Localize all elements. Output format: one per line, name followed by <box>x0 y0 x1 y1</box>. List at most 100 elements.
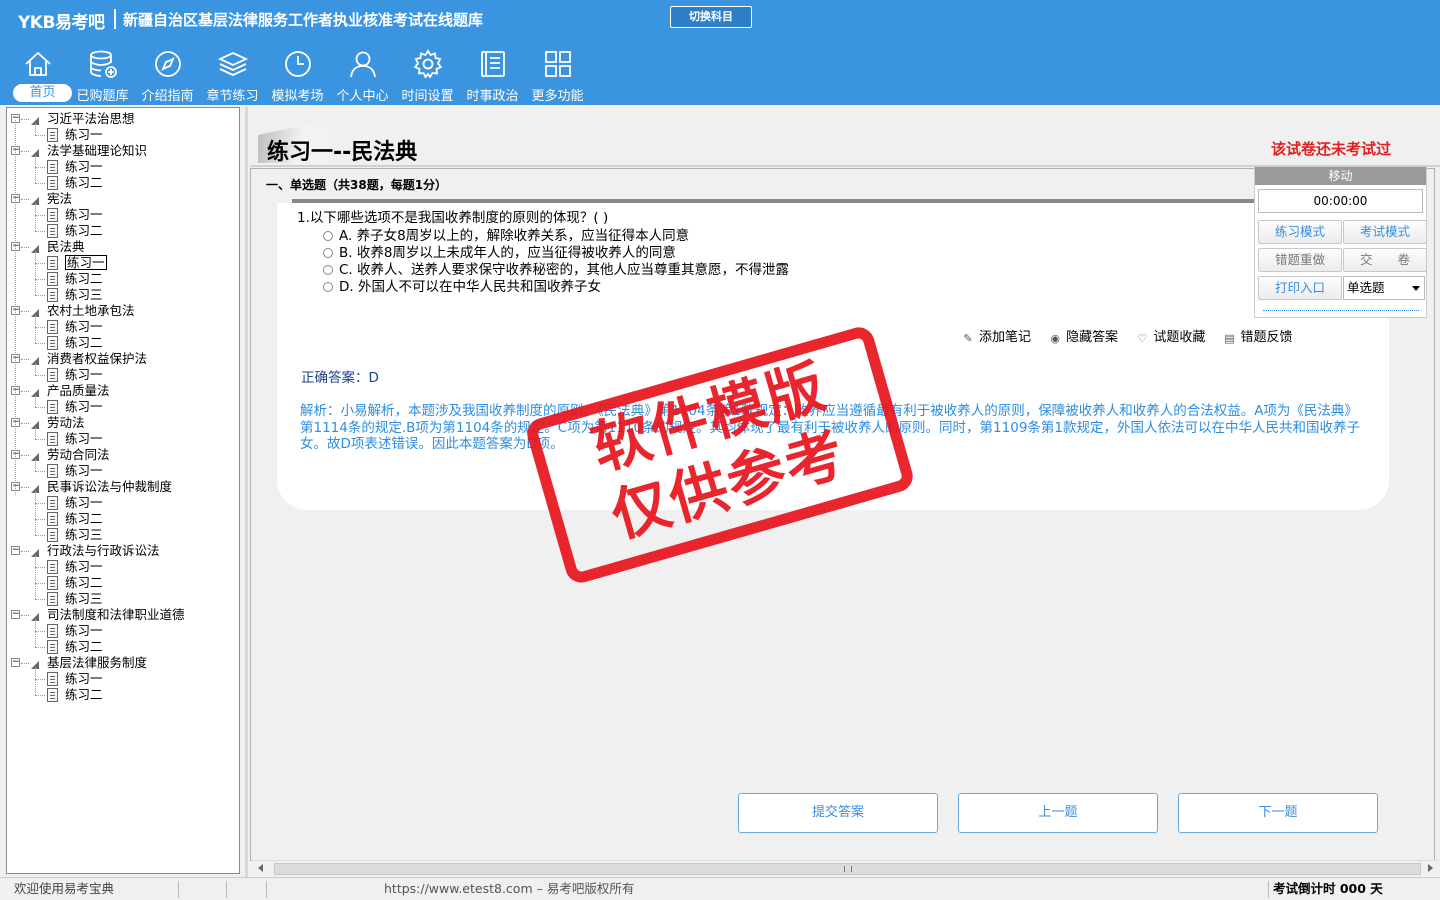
tree-leaf[interactable]: 练习一 <box>7 127 237 143</box>
document-icon <box>47 464 58 478</box>
tree-leaf[interactable]: 练习一 <box>7 367 237 383</box>
collapse-icon[interactable]: − <box>11 658 20 667</box>
previous-question-button[interactable]: 上一题 <box>958 793 1158 833</box>
tree-connector <box>35 327 45 328</box>
tree-node[interactable]: − 法学基础理论知识 <box>7 143 237 159</box>
tree-node-label: 消费者权益保护法 <box>47 351 148 366</box>
tree-connector <box>21 151 29 152</box>
nav-item-time-settings[interactable]: 时间设置 <box>395 48 460 104</box>
tree-node[interactable]: − 产品质量法 <box>7 383 237 399</box>
hide-answer-button[interactable]: ◉ 隐藏答案 <box>1049 326 1118 345</box>
tree-leaf[interactable]: 练习一 <box>7 559 237 575</box>
main-splitter[interactable] <box>245 107 248 877</box>
tree-node[interactable]: − 消费者权益保护法 <box>7 351 237 367</box>
option-a[interactable]: A. 养子女8周岁以上的，解除收养关系，应当征得本人同意 <box>323 224 689 244</box>
tree-connector <box>35 647 45 648</box>
tree-leaf-label: 练习一 <box>65 207 103 222</box>
tree-leaf[interactable]: 练习一 <box>7 463 237 479</box>
nav-item-chapter[interactable]: 章节练习 <box>200 48 265 104</box>
nav-item-purchased[interactable]: 已购题库 <box>70 48 135 104</box>
nav-item-more[interactable]: 更多功能 <box>525 48 590 104</box>
tree-node[interactable]: − 司法制度和法律职业道德 <box>7 607 237 623</box>
question-type-select[interactable]: 单选题 <box>1343 276 1425 300</box>
tree-leaf[interactable]: 练习一 <box>7 495 237 511</box>
collapse-icon[interactable]: − <box>11 546 20 555</box>
tree-leaf[interactable]: 练习一 <box>7 671 237 687</box>
logo-separator <box>114 9 116 29</box>
tree-leaf-label: 练习一 <box>65 367 103 382</box>
tree-leaf-label: 练习二 <box>65 175 103 190</box>
tree-leaf[interactable]: 练习二 <box>7 271 237 287</box>
tree-connector <box>35 583 45 584</box>
favorite-question-button[interactable]: ♡ 试题收藏 <box>1136 326 1205 345</box>
tree-leaf[interactable]: 练习一 <box>7 431 237 447</box>
tree-node[interactable]: − 农村土地承包法 <box>7 303 237 319</box>
tree-connector <box>35 535 45 536</box>
tree-leaf[interactable]: 练习一 <box>7 159 237 175</box>
tool-label: 试题收藏 <box>1153 330 1206 345</box>
tree-node-label: 法学基础理论知识 <box>47 143 148 158</box>
tree-leaf[interactable]: 练习二 <box>7 511 237 527</box>
tree-leaf[interactable]: 练习三 <box>7 287 237 303</box>
nav-item-profile[interactable]: 个人中心 <box>330 48 395 104</box>
redo-wrong-button[interactable]: 错题重做 <box>1258 248 1342 272</box>
radio-button[interactable] <box>323 231 333 241</box>
tree-node[interactable]: − 劳动合同法 <box>7 447 237 463</box>
horizontal-scrollbar[interactable] <box>252 860 1439 876</box>
panel-scrollbar[interactable] <box>1263 310 1419 314</box>
tree-leaf[interactable]: 练习三 <box>7 591 237 607</box>
add-note-button[interactable]: ✎ 添加笔记 <box>962 326 1031 345</box>
document-icon: ▤ <box>1224 332 1235 345</box>
nav-item-guide[interactable]: 介绍指南 <box>135 48 200 104</box>
tree-leaf[interactable]: 练习二 <box>7 175 237 191</box>
tree-leaf[interactable]: 练习二 <box>7 639 237 655</box>
tree-node[interactable]: − 民事诉讼法与仲裁制度 <box>7 479 237 495</box>
radio-button[interactable] <box>323 248 333 258</box>
tree-leaf[interactable]: 练习二 <box>7 223 237 239</box>
option-c[interactable]: C. 收养人、送养人要求保守收养秘密的，其他人应当尊重其意愿，不得泄露 <box>323 258 789 278</box>
tree-node[interactable]: − 行政法与行政诉讼法 <box>7 543 237 559</box>
exam-mode-button[interactable]: 考试模式 <box>1343 220 1427 244</box>
tree-leaf[interactable]: 练习一 <box>7 255 237 271</box>
tree-leaf-label: 练习一 <box>65 255 107 270</box>
nav-label: 个人中心 <box>336 89 389 104</box>
nav-item-home[interactable]: 首页 <box>5 48 72 104</box>
tree-node[interactable]: − 宪法 <box>7 191 237 207</box>
move-handle[interactable]: 移动 <box>1255 167 1426 185</box>
tree-leaf[interactable]: 练习一 <box>7 399 237 415</box>
collapse-icon[interactable]: − <box>11 610 20 619</box>
switch-subject-button[interactable]: 切换科目 <box>670 6 752 28</box>
option-b[interactable]: B. 收养8周岁以上未成年人的，应当征得被收养人的同意 <box>323 241 676 261</box>
tree-leaf[interactable]: 练习一 <box>7 319 237 335</box>
submit-paper-button[interactable]: 交 卷 <box>1343 248 1427 272</box>
tree-node[interactable]: − 基层法律服务制度 <box>7 655 237 671</box>
error-feedback-button[interactable]: ▤ 错题反馈 <box>1223 326 1292 345</box>
tree-leaf[interactable]: 练习一 <box>7 207 237 223</box>
scrollbar-thumb[interactable] <box>274 863 1421 875</box>
tree-node[interactable]: − 劳动法 <box>7 415 237 431</box>
radio-button[interactable] <box>323 265 333 275</box>
next-question-button[interactable]: 下一题 <box>1178 793 1378 833</box>
scroll-right-icon[interactable] <box>1428 864 1433 872</box>
tree-leaf[interactable]: 练习二 <box>7 575 237 591</box>
option-d[interactable]: D. 外国人不可以在中华人民共和国收养子女 <box>323 275 601 295</box>
tree-leaf[interactable]: 练习一 <box>7 623 237 639</box>
nav-label: 已购题库 <box>76 89 129 104</box>
print-button[interactable]: 打印入口 <box>1258 276 1342 300</box>
tree-node-label: 劳动法 <box>47 415 85 430</box>
tree-leaf[interactable]: 练习二 <box>7 335 237 351</box>
tree-leaf[interactable]: 练习三 <box>7 527 237 543</box>
tool-label: 添加笔记 <box>979 330 1032 345</box>
tree-connector <box>35 279 45 280</box>
scroll-left-icon[interactable] <box>258 864 263 872</box>
radio-button[interactable] <box>323 282 333 292</box>
tree-leaf[interactable]: 练习二 <box>7 687 237 703</box>
nav-item-current-affairs[interactable]: 时事政治 <box>460 48 525 104</box>
database-icon <box>89 50 117 78</box>
nav-item-mock-exam[interactable]: 模拟考场 <box>265 48 330 104</box>
tree-node[interactable]: − 民法典 <box>7 239 237 255</box>
tree-node[interactable]: − 习近平法治思想 <box>7 111 237 127</box>
practice-mode-button[interactable]: 练习模式 <box>1258 220 1342 244</box>
submit-answer-button[interactable]: 提交答案 <box>738 793 938 833</box>
tree-connector <box>35 183 45 184</box>
